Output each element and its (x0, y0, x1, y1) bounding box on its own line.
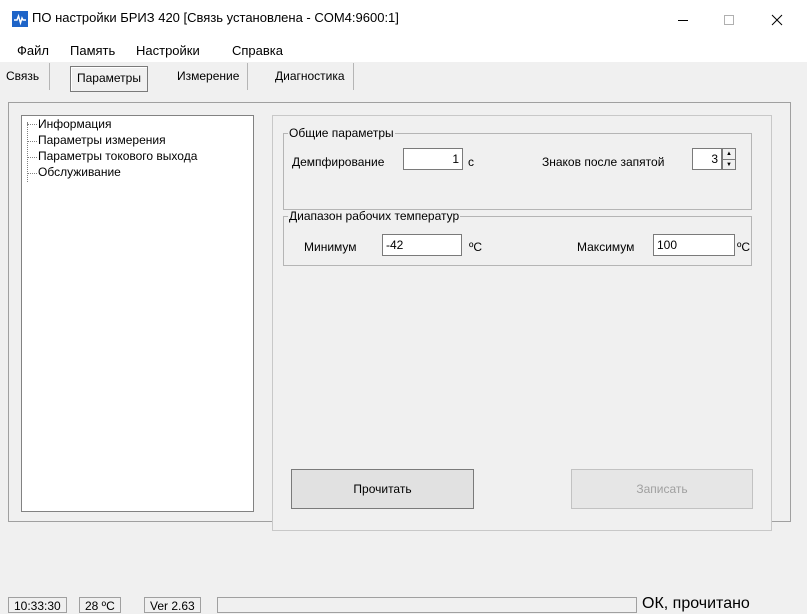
write-button[interactable]: Записать (571, 469, 753, 509)
tree-item-measurement-params[interactable]: Параметры измерения (38, 133, 166, 147)
min-temp-input[interactable] (382, 234, 462, 256)
maximize-icon (724, 15, 734, 25)
temperature-range-legend: Диапазон рабочих температур (289, 209, 460, 223)
window-title: ПО настройки БРИЗ 420 [Связь установлена… (32, 10, 399, 25)
max-temp-input[interactable] (653, 234, 735, 256)
decimals-label: Знаков после запятой (542, 155, 665, 169)
tree-item-current-output-params[interactable]: Параметры токового выхода (38, 149, 197, 163)
decimals-stepper[interactable]: ▲ ▼ (722, 148, 736, 170)
max-unit: ºС (737, 240, 751, 254)
minimize-button[interactable] (660, 0, 706, 40)
decimals-input[interactable] (692, 148, 722, 170)
menu-help[interactable]: Справка (232, 43, 283, 58)
close-button[interactable] (754, 0, 800, 40)
tab-diagnostics[interactable]: Диагностика (267, 63, 354, 90)
tab-measurement[interactable]: Измерение (169, 63, 249, 90)
tree-connector (27, 124, 37, 126)
tree-connector (27, 141, 37, 143)
tree-item-maintenance[interactable]: Обслуживание (38, 165, 121, 179)
max-label: Максимум (577, 240, 635, 254)
status-version: Ver 2.63 (144, 597, 201, 613)
status-progress (217, 597, 637, 613)
general-params-legend: Общие параметры (289, 126, 394, 140)
tree-item-info[interactable]: Информация (38, 117, 111, 131)
minimize-icon (678, 20, 688, 21)
read-button[interactable]: Прочитать (291, 469, 474, 509)
damping-label: Демпфирование (292, 155, 385, 169)
damping-unit: с (468, 155, 474, 169)
min-unit: ºС (469, 240, 483, 254)
spin-up-icon[interactable]: ▲ (723, 149, 735, 159)
app-logo-icon (12, 11, 28, 27)
spin-down-icon[interactable]: ▼ (723, 159, 735, 170)
status-temperature: 28 ºС (79, 597, 121, 613)
menu-settings[interactable]: Настройки (136, 43, 200, 58)
menu-memory[interactable]: Память (70, 43, 115, 58)
tree-connector (27, 173, 37, 175)
min-label: Минимум (304, 240, 357, 254)
tab-parameters[interactable]: Параметры (70, 66, 148, 92)
tab-connection[interactable]: Связь (6, 63, 51, 90)
menu-file[interactable]: Файл (17, 43, 49, 58)
close-icon (771, 14, 783, 26)
tree-connector (27, 157, 37, 159)
menu-bar: Файл Память Настройки Справка (0, 40, 807, 62)
status-message: ОК, прочитано (642, 595, 750, 612)
damping-input[interactable] (403, 148, 463, 170)
maximize-button[interactable] (706, 0, 752, 40)
settings-tree[interactable]: Информация Параметры измерения Параметры… (21, 115, 254, 512)
status-time: 10:33:30 (8, 597, 67, 613)
